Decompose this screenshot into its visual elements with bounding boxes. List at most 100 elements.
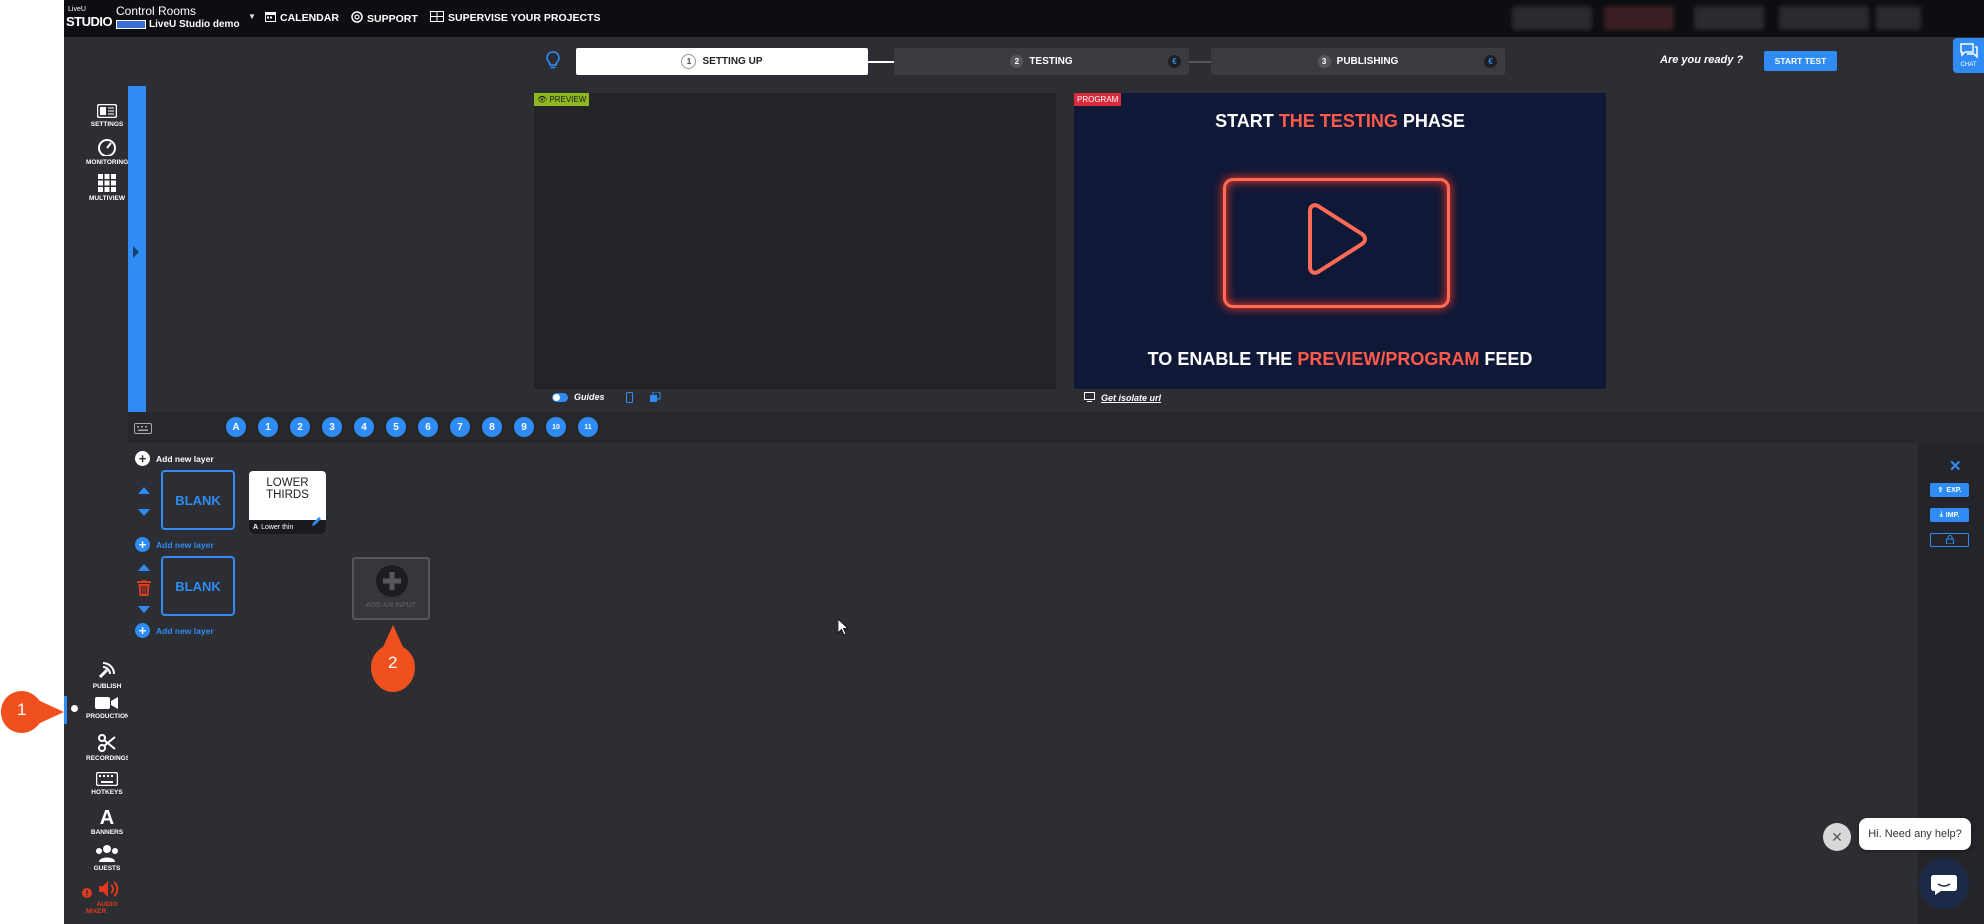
plus-circle-icon [375,564,409,603]
help-chat-launcher[interactable] [1919,858,1969,909]
scene-button-2[interactable]: 2 [290,417,310,437]
language-blurred[interactable] [1876,6,1921,30]
export-button[interactable]: ⇪ EXP. [1930,483,1969,497]
guides-toggle[interactable] [552,392,568,402]
scissors-icon [64,734,128,754]
scene-button-9[interactable]: 9 [514,417,534,437]
step-testing[interactable]: 2 TESTING € [894,48,1189,75]
scene-button-8[interactable]: 8 [482,417,502,437]
scene-button-11[interactable]: 11 [578,417,598,437]
add-new-layer-button[interactable]: + Add new layer [135,451,214,466]
lower-thirds-source[interactable]: LOWER THIRDS A Lower thin [249,471,326,534]
chevron-down-icon[interactable]: ▼ [248,12,256,21]
add-an-input-button[interactable]: ADD AN INPUT [352,557,430,620]
calendar-icon [265,11,276,25]
program-monitor[interactable]: PROGRAM START THE TESTING PHASE TO ENABL… [1074,93,1606,389]
preview-monitor[interactable]: 👁 PREVIEW [534,93,1056,389]
sidebar-item-banners[interactable]: A BANNERS [64,808,128,836]
program-tag: PROGRAM [1074,93,1122,106]
lifebuoy-icon [351,11,363,26]
guides-control[interactable]: Guides [552,392,605,402]
nav-support[interactable]: SUPPORT [351,11,418,26]
sidebar-item-settings[interactable]: SETTINGS [64,103,128,128]
move-layer-down-icon[interactable] [138,509,150,516]
step-connector [1189,61,1211,63]
start-test-button[interactable]: START TEST [1764,51,1837,71]
mobile-icon[interactable] [626,392,633,403]
euro-icon: € [1484,55,1497,68]
scene-button-7[interactable]: 7 [450,417,470,437]
scene-button-10[interactable]: 10 [546,417,566,437]
control-rooms-label: Control Rooms [116,4,197,18]
plus-circle-icon: + [135,451,150,466]
sidebar-item-publish[interactable]: PUBLISH [64,660,128,690]
help-bubble[interactable]: Hi. Need any help? [1859,818,1971,850]
plus-circle-icon: + [135,623,150,638]
pencil-icon[interactable] [311,514,322,532]
get-isolate-url[interactable]: Get isolate url [1084,392,1161,404]
panel-collapse-toggle[interactable] [128,86,146,412]
control-room-selector[interactable]: Control Rooms LiveU Studio demo [116,4,240,30]
lower-thirds-title: LOWER THIRDS [266,477,309,501]
lightbulb-icon[interactable] [546,51,560,74]
chevron-right-icon [133,246,139,258]
gauge-icon [64,138,128,158]
get-isolate-url-link[interactable]: Get isolate url [1101,393,1161,403]
keyboard-icon[interactable] [134,421,152,439]
move-layer-down-icon[interactable] [138,606,150,613]
sidebar-item-audio-mixer[interactable]: AUDIO MIXER [64,880,128,915]
user-menu-blurred[interactable] [1779,6,1869,30]
step-publishing[interactable]: 3 PUBLISHING € [1211,48,1505,75]
sidebar-item-production[interactable]: PRODUCTION [64,696,130,724]
scene-button-a[interactable]: A [226,417,246,437]
preview-tag: 👁 PREVIEW [534,93,590,106]
speaker-icon [98,881,119,897]
move-layer-up-icon[interactable] [138,487,150,494]
neon-play-icon [1223,178,1450,308]
move-layer-up-icon[interactable] [138,564,150,571]
sidebar-item-guests[interactable]: GUESTS [64,844,128,872]
monitor-icon [1084,392,1095,404]
scene-button-1[interactable]: 1 [258,417,278,437]
chat-button[interactable]: CHAT [1953,38,1984,73]
account-info-blurred [1512,6,1592,30]
liveu-studio-logo[interactable]: LiveU STUDIO [66,6,113,34]
copy-layers-icon[interactable] [650,392,661,402]
sidebar-item-recordings[interactable]: RECORDINGS [64,734,130,762]
alert-icon [82,888,93,898]
trash-icon[interactable] [137,580,151,601]
close-icon[interactable]: ✕ [1949,457,1962,475]
step-connector [868,61,894,63]
step-marker-1-label: 1 [17,700,27,719]
add-new-layer-button[interactable]: + Add new layer [135,537,214,552]
scene-button-4[interactable]: 4 [354,417,374,437]
scene-button-3[interactable]: 3 [322,417,342,437]
lock-button[interactable] [1930,533,1969,547]
nav-supervise-projects[interactable]: SUPERVISE YOUR PROJECTS [430,11,601,25]
sidebar-item-hotkeys[interactable]: HOTKEYS [64,771,128,796]
sidebar-item-monitoring[interactable]: MONITORING [64,138,128,166]
layer-1-blank-source[interactable]: BLANK [161,470,235,530]
step-setting-up[interactable]: 1 SETTING UP [576,48,868,75]
chat-icon [1959,43,1978,59]
lock-icon [1945,534,1954,546]
layer-2-blank-source[interactable]: BLANK [161,556,235,616]
program-headline: START THE TESTING PHASE [1215,111,1465,131]
are-you-ready-label: Are you ready ? [1660,54,1744,66]
studio-name: LiveU Studio demo [149,19,240,30]
import-button[interactable]: ⤓ IMP. [1930,508,1969,522]
active-indicator [64,696,67,724]
step-marker-1: 1 [0,690,66,734]
dismiss-help-button[interactable]: ✕ [1823,823,1851,851]
control-room-app: LiveU STUDIO Control Rooms LiveU Studio … [64,0,1984,924]
scene-button-6[interactable]: 6 [418,417,438,437]
scene-bar: A 1 2 3 4 5 6 7 8 9 10 11 [128,412,1984,443]
keyboard-icon [64,771,128,788]
upload-icon: ⇪ [1937,487,1944,494]
plus-circle-icon: + [135,537,150,552]
sidebar-item-multiview[interactable]: MULTIVIEW [64,174,128,202]
scene-button-5[interactable]: 5 [386,417,406,437]
add-new-layer-button[interactable]: + Add new layer [135,623,214,638]
nav-calendar[interactable]: CALENDAR [265,11,339,25]
program-subline: TO ENABLE THE PREVIEW/PROGRAM FEED [1147,349,1533,369]
